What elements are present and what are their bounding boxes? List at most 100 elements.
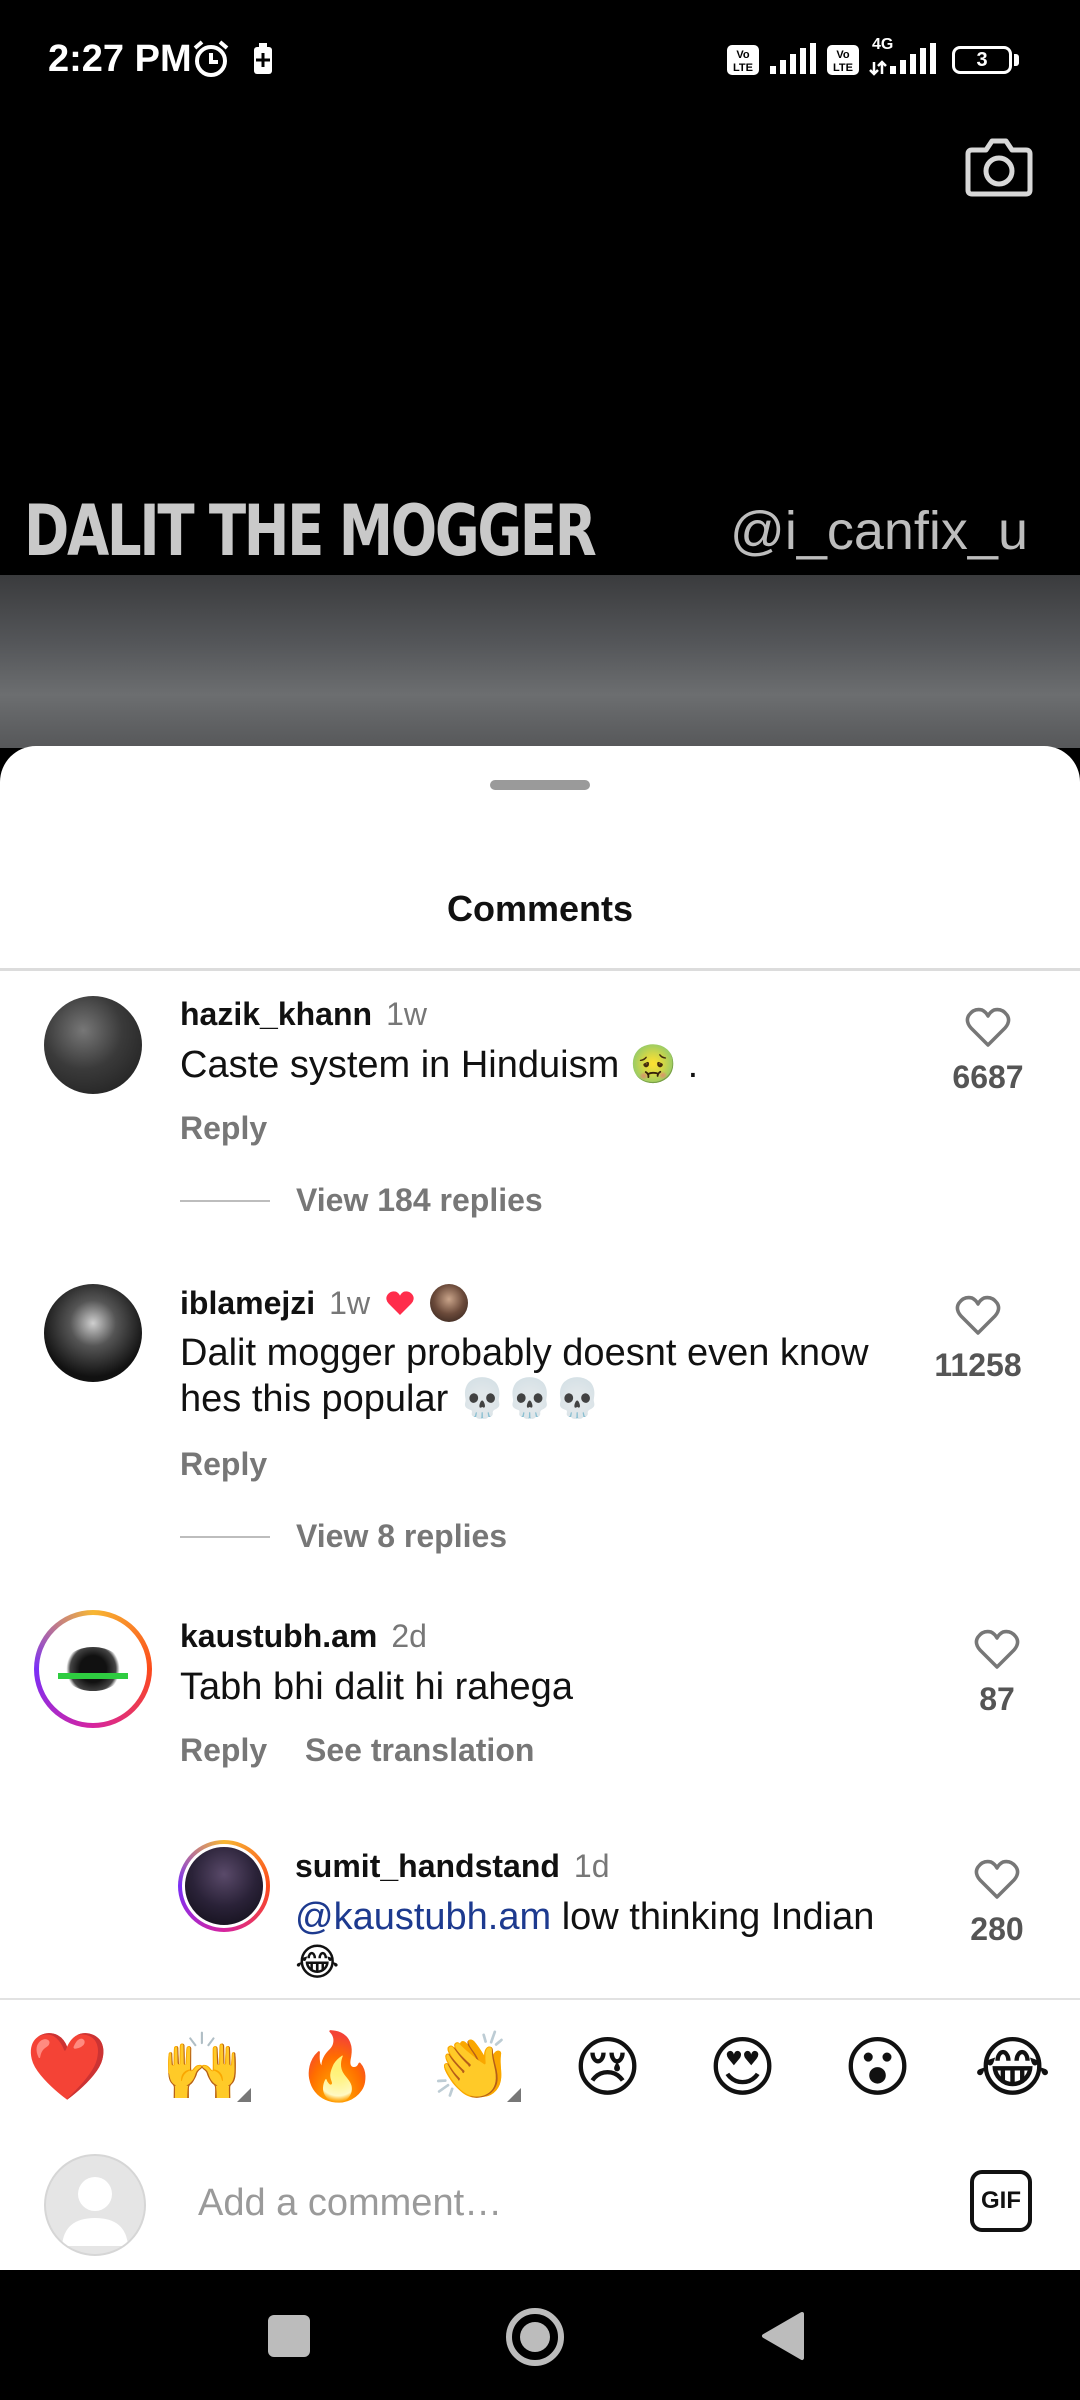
volte-icon: Vo LTE [727,45,759,75]
like-button[interactable]: 280 [937,1858,1057,1948]
heart-outline-icon [974,1859,1020,1899]
see-translation-button[interactable]: See translation [305,1732,534,1769]
divider-line [180,1535,270,1538]
system-nav-bar [0,2270,1080,2400]
username-text: iblamejzi [180,1284,316,1321]
divider-line [180,1199,270,1202]
drag-handle[interactable] [490,780,590,790]
comment-text-line-1: @kaustubh.am low thinking Indian [295,1894,915,1940]
comment-username[interactable]: sumit_handstand 1d [295,1848,610,1885]
comment-text-line-2: hes this popular 💀💀💀 [180,1378,601,1420]
emoji-crying-face[interactable]: 😢 [558,2029,658,2106]
heart-outline-icon [965,1007,1011,1047]
default-avatar-icon [62,2177,128,2246]
emoji-glyph: 👏 [431,2028,514,2105]
comment-input[interactable] [196,2172,900,2234]
user-avatar [44,2154,146,2256]
video-caption-left: DALIT THE MOGGER [24,490,597,572]
recent-apps-button[interactable] [268,2315,310,2357]
sheet-title: Comments [446,888,634,929]
view-replies-text: View 8 replies [296,1518,508,1554]
alarm-icon [193,40,229,77]
home-button-inner [520,2322,550,2352]
signal-icon-2 [869,43,936,76]
username-text: sumit_handstand [295,1848,560,1884]
battery-icon: 3 [952,46,1012,74]
view-replies-button[interactable]: View 8 replies [180,1518,507,1555]
emoji-heart-eyes[interactable]: 😍 [693,2029,793,2106]
svg-text:LTE: LTE [733,62,753,74]
svg-text:LTE: LTE [833,62,853,74]
comment-input-bar: GIF [0,2132,1080,2270]
comment-text-line-2: 😂 [295,1942,340,1984]
like-button[interactable]: 6687 [928,1006,1048,1096]
svg-text:Vo: Vo [736,49,750,61]
video-frame [0,575,1080,748]
emoji-clapping-hands[interactable]: 👏 [423,2028,523,2106]
like-button[interactable]: 11258 [918,1294,1038,1384]
battery-saver-icon [254,43,272,74]
creator-liked-heart-icon [386,1291,414,1315]
emoji-raising-hands[interactable]: 🙌 [153,2028,253,2106]
emoji-glyph: 🙌 [161,2028,244,2105]
comment-item: kaustubh.am 2d Tabh bhi dalit hi rahega R… [0,1610,1080,1818]
comment-username[interactable]: kaustubh.am 2d [180,1618,427,1655]
comment-username[interactable]: iblamejzi 1w [180,1284,469,1322]
emoji-red-heart[interactable]: ❤️ [18,2028,118,2106]
comment-username[interactable]: hazik_khann 1w [180,996,427,1033]
comment-time: 2d [391,1618,427,1654]
battery-level: 3 [976,48,988,71]
signal-icon [770,43,816,74]
creator-avatar [430,1284,469,1322]
comment-text: Caste system in Hinduism 🤢 . [180,1044,699,1086]
avatar[interactable] [178,1840,270,1932]
emoji-surprised-face[interactable]: 😮 [828,2029,928,2106]
emoji-reaction-bar: ❤️ 🙌 🔥 👏 😢 😍 😮 😂 [0,1998,1080,2136]
reply-button[interactable]: Reply [180,1446,267,1483]
avatar[interactable] [44,996,142,1094]
view-replies-text: View 184 replies [296,1182,543,1218]
camera-icon[interactable] [964,136,1034,198]
back-button[interactable] [760,2310,806,2362]
comment-text: Dalit mogger probably doesnt even know h… [180,1330,900,1422]
username-text: kaustubh.am [180,1618,378,1654]
video-caption-right: @i_canfix_u [730,501,1028,561]
reply-button[interactable]: Reply [180,1732,267,1769]
comment-time: 1w [386,996,427,1032]
heart-outline-icon [974,1629,1020,1669]
volte-icon-2: Vo LTE [827,45,859,75]
mention-link[interactable]: @kaustubh.am [295,1896,551,1938]
status-bar: 2:27 PM Vo LTE Vo LTE 4G 3 [0,0,1080,120]
comment-text-body: low thinking Indian [551,1896,875,1938]
emoji-tears-of-joy[interactable]: 😂 [963,2029,1063,2106]
video-player[interactable]: DALIT THE MOGGER @i_canfix_u [0,120,1080,748]
avatar[interactable] [44,1284,142,1382]
emoji-fire[interactable]: 🔥 [288,2028,388,2106]
like-count: 87 [979,1681,1015,1717]
skin-tone-caret-icon [506,2088,521,2102]
avatar-green-band [58,1673,128,1679]
comment-text: @kaustubh.am low thinking Indian 😂 [295,1894,915,1986]
skin-tone-caret-icon [236,2088,251,2102]
svg-text:Vo: Vo [836,49,850,61]
avatar[interactable] [34,1610,152,1728]
comment-time: 1w [329,1284,371,1321]
comment-item: iblamejzi 1w Dalit mogger probably doesnt… [0,1284,1080,1614]
reply-button[interactable]: Reply [180,1110,267,1147]
like-count: 11258 [934,1347,1022,1383]
like-count: 280 [970,1911,1024,1947]
title-divider [0,968,1080,971]
avatar-ink-splash [58,1647,128,1691]
comment-item: hazik_khann 1w Caste system in Hinduism 🤢… [0,996,1080,1326]
like-count: 6687 [952,1059,1024,1095]
comment-time: 1d [573,1848,610,1884]
view-replies-button[interactable]: View 184 replies [180,1182,543,1219]
like-button[interactable]: 87 [937,1628,1057,1718]
status-time: 2:27 PM [48,38,192,80]
comment-text: Tabh bhi dalit hi rahega [180,1666,573,1708]
home-button[interactable] [506,2308,564,2366]
gif-button[interactable]: GIF [970,2170,1032,2232]
battery-tip [1014,54,1019,66]
avatar-image [39,1615,147,1723]
heart-outline-icon [955,1295,1001,1335]
